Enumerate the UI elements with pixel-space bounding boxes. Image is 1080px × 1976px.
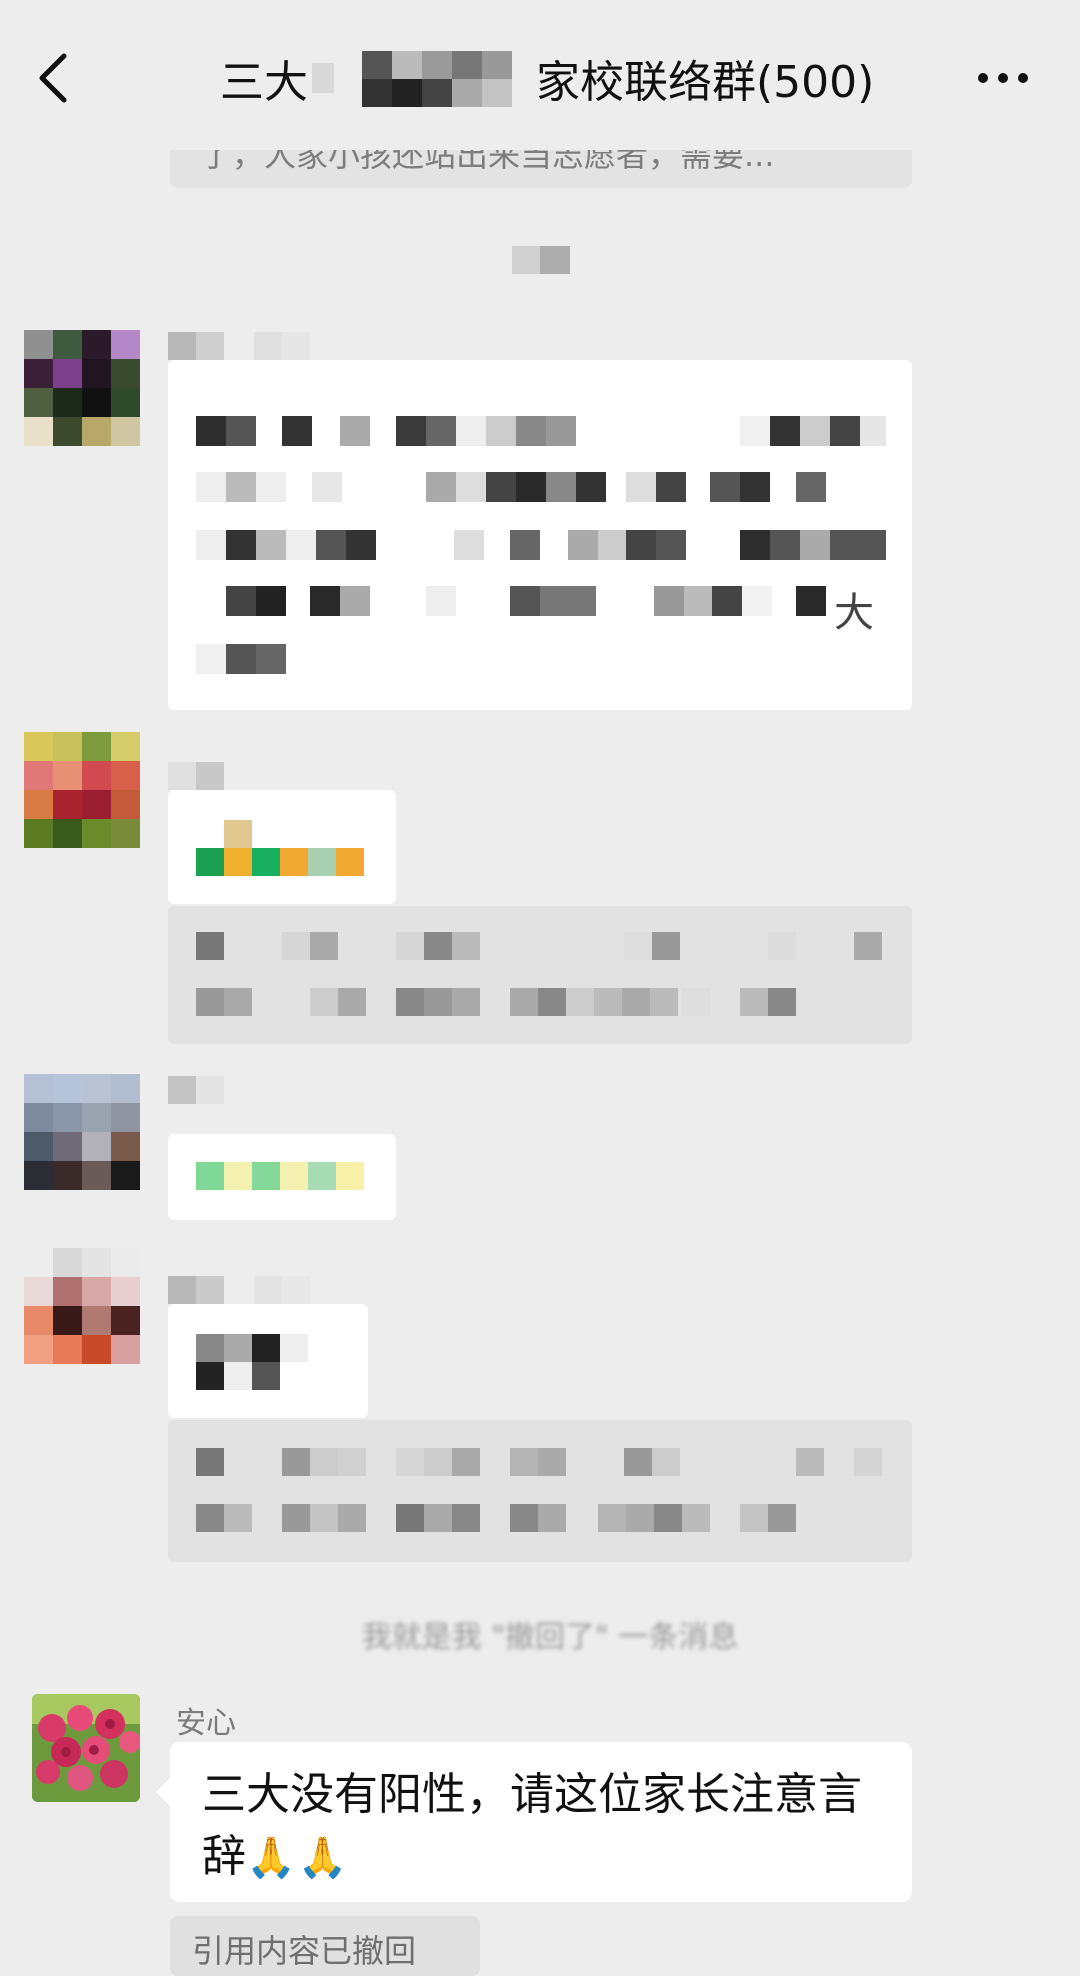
sender-name-redacted: [168, 1276, 310, 1304]
chevron-left-icon[interactable]: [30, 48, 80, 108]
title-prefix: 三大: [220, 57, 308, 108]
timestamp-redacted: [512, 246, 570, 274]
avatar[interactable]: [24, 732, 140, 848]
avatar[interactable]: [24, 1248, 140, 1364]
avatar-roses[interactable]: [32, 1694, 140, 1802]
title-suffix: 家校联络群(500): [536, 57, 875, 108]
more-dots-icon[interactable]: [976, 66, 1030, 90]
recalled-quote-text: 引用内容已撤回: [192, 1932, 417, 1970]
emoji-bubble-redacted[interactable]: [168, 790, 396, 904]
message-bubble-redacted[interactable]: 大: [168, 360, 912, 710]
recall-notice: 我就是我 "撤回了" 一条消息: [361, 1620, 739, 1655]
emoji-bubble-redacted[interactable]: [168, 1304, 368, 1418]
avatar[interactable]: [24, 1074, 140, 1190]
blurred-char: 大: [834, 590, 874, 636]
message-text: 三大没有阳性，请这位家长注意言辞🙏🙏: [202, 1764, 892, 1889]
sender-name-redacted: [168, 332, 310, 360]
sender-name-redacted: [168, 762, 224, 790]
message-bubble[interactable]: 三大没有阳性，请这位家长注意言辞🙏🙏: [156, 1742, 912, 1902]
chat-header: 三大 家校联络群(500): [0, 0, 1080, 150]
quote-block-redacted[interactable]: [168, 1420, 912, 1562]
title-redacted-mosaic: [312, 49, 532, 107]
sender-name-redacted: [168, 1076, 224, 1104]
pray-emoji-icon: 🙏🙏: [246, 1835, 350, 1881]
avatar[interactable]: [24, 330, 140, 446]
quote-block-redacted[interactable]: [168, 906, 912, 1044]
sender-name: 安心: [176, 1706, 236, 1741]
recalled-quote[interactable]: 引用内容已撤回: [170, 1916, 480, 1976]
rose-photo-icon: [32, 1694, 140, 1802]
emoji-bubble-redacted[interactable]: [168, 1134, 396, 1220]
chat-title: 三大 家校联络群(500): [220, 46, 874, 110]
